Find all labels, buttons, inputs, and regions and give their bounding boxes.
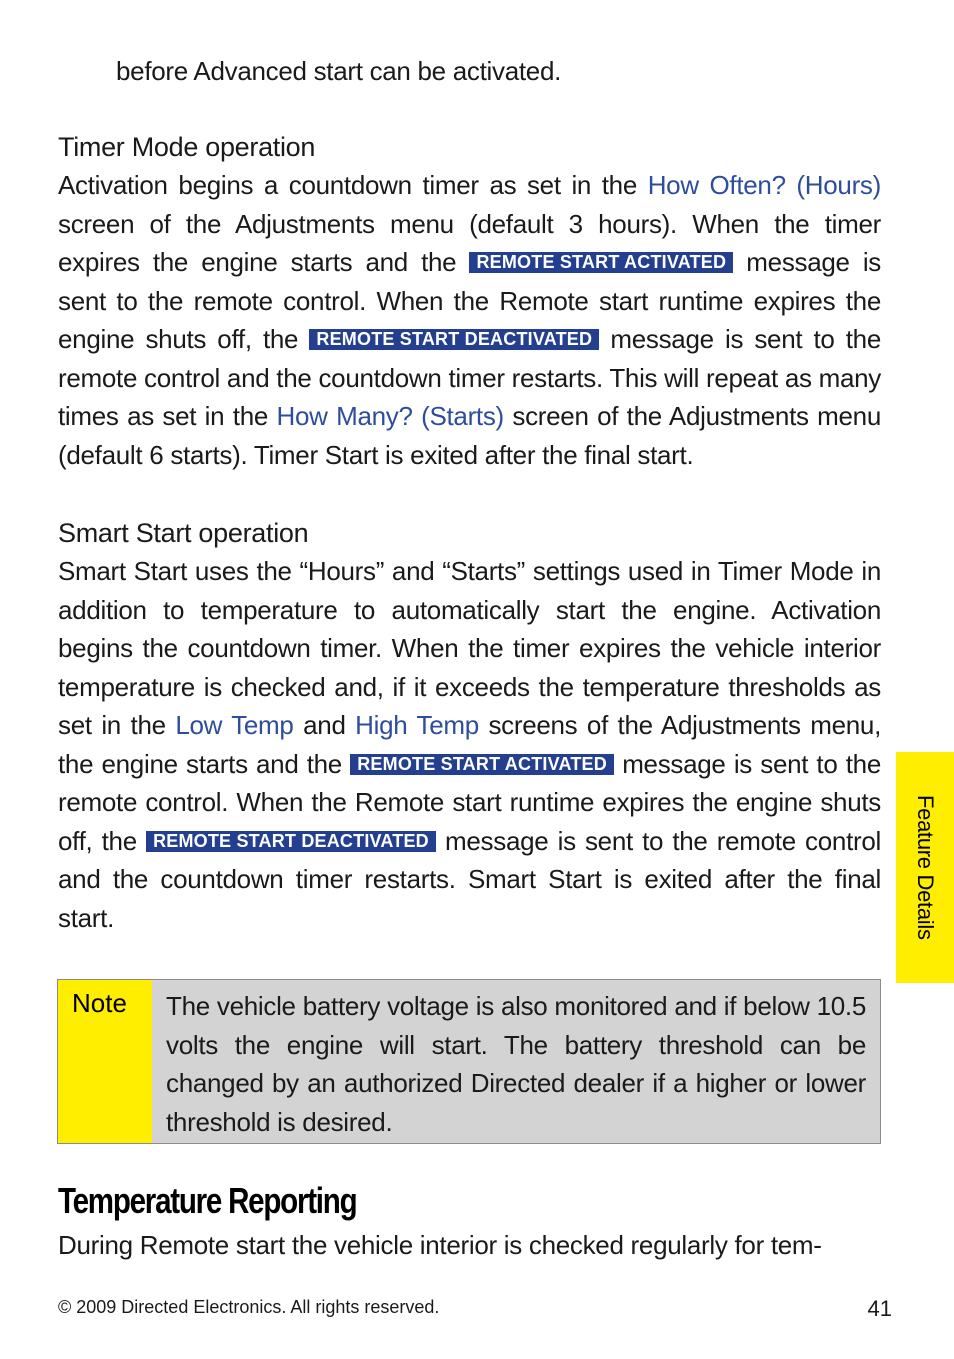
page-number: 41: [867, 1296, 892, 1321]
temperature-reporting-title: Temperature Reporting: [58, 1180, 358, 1221]
temperature-reporting-text: During Remote start the vehicle interior…: [58, 1230, 822, 1260]
link-how-many[interactable]: How Many? (Starts): [277, 401, 505, 431]
side-tab-feature-details: Feature Details: [896, 752, 954, 983]
remote-start-activated-badge: REMOTE START ACTIVATED: [469, 252, 734, 273]
smart-start-paragraph: Smart Start uses the “Hours” and “Starts…: [58, 552, 881, 937]
link-high-temp[interactable]: High Temp: [355, 710, 479, 740]
text-run: Activation begins a countdown timer as s…: [58, 170, 648, 200]
footer-copyright: © 2009 Directed Electronics. All rights …: [58, 1297, 440, 1317]
intro-line: before Advanced start can be activated.: [116, 56, 562, 86]
remote-start-deactivated-badge: REMOTE START DEACTIVATED: [309, 329, 600, 350]
link-low-temp[interactable]: Low Temp: [175, 710, 294, 740]
timer-mode-paragraph: Activation begins a countdown timer as s…: [58, 166, 881, 474]
text-run: and: [293, 710, 356, 740]
side-tab-label: Feature Details: [913, 795, 938, 940]
note-text: The vehicle battery voltage is also moni…: [166, 991, 866, 1137]
note-label: Note: [58, 980, 152, 1143]
timer-mode-heading: Timer Mode operation: [58, 132, 316, 162]
smart-start-heading: Smart Start operation: [58, 518, 309, 548]
note-box: Note The vehicle battery voltage is also…: [57, 979, 881, 1144]
remote-start-deactivated-badge: REMOTE START DEACTIVATED: [146, 830, 436, 852]
smart-start-section: Smart Start operation Smart Start uses t…: [58, 514, 881, 937]
timer-mode-section: Timer Mode operation Activation begins a…: [58, 128, 881, 474]
remote-start-activated-badge: REMOTE START ACTIVATED: [350, 753, 614, 775]
link-how-often[interactable]: How Often? (Hours): [648, 170, 882, 200]
